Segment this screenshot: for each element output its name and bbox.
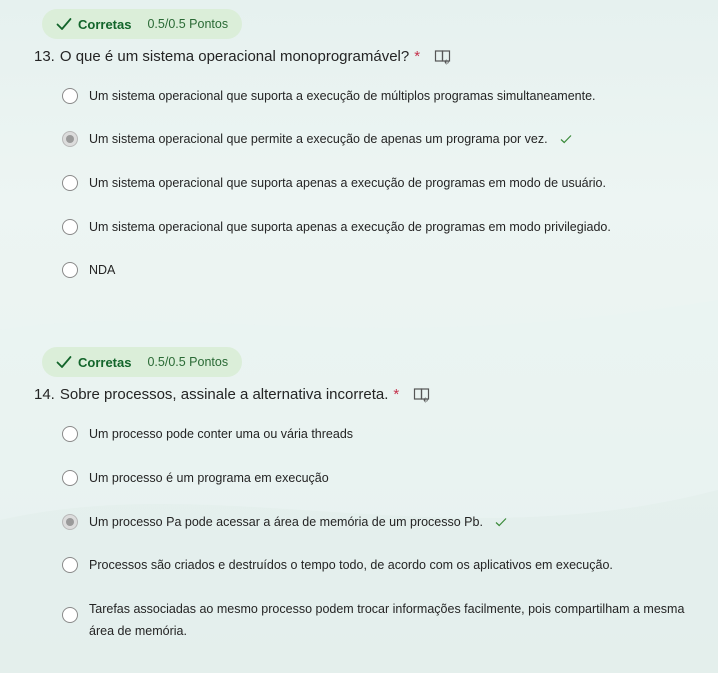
checkmark-icon: [56, 18, 72, 30]
question-title: 14. Sobre processos, assinale a alternat…: [34, 386, 431, 403]
option-label: Um sistema operacional que suporta apena…: [89, 220, 611, 234]
result-points: 0.5/0.5 Pontos: [147, 355, 229, 369]
result-points: 0.5/0.5 Pontos: [147, 17, 229, 31]
option-14-1[interactable]: Um processo pode conter uma ou vária thr…: [62, 426, 353, 442]
option-label: Um sistema operacional que suporta a exe…: [89, 89, 596, 103]
option-13-1[interactable]: Um sistema operacional que suporta a exe…: [62, 88, 596, 104]
result-status: Corretas: [78, 354, 132, 370]
option-label: Um processo Pa pode acessar a área de me…: [89, 515, 483, 529]
correct-check-icon: [560, 135, 572, 144]
option-14-2[interactable]: Um processo é um programa em execução: [62, 470, 329, 486]
result-status: Corretas: [78, 16, 132, 32]
required-mark: *: [393, 386, 400, 403]
radio-button[interactable]: [62, 175, 78, 191]
radio-button[interactable]: [62, 607, 78, 623]
radio-button[interactable]: [62, 426, 78, 442]
result-badge: Corretas 0.5/0.5 Pontos: [42, 9, 243, 39]
option-13-3[interactable]: Um sistema operacional que suporta apena…: [62, 175, 606, 191]
radio-button[interactable]: [62, 470, 78, 486]
option-14-5[interactable]: Tarefas associadas ao mesmo processo pod…: [62, 598, 689, 642]
option-label: NDA: [89, 263, 116, 277]
radio-button[interactable]: [62, 88, 78, 104]
option-label: Um processo pode conter uma ou vária thr…: [89, 427, 354, 441]
question-number: 13.: [34, 48, 55, 65]
option-13-4[interactable]: Um sistema operacional que suporta apena…: [62, 219, 611, 235]
required-mark: *: [414, 48, 421, 65]
option-label: Processos são criados e destruídos o tem…: [89, 558, 613, 572]
checkmark-icon: [56, 356, 72, 368]
correct-check-icon: [495, 518, 507, 527]
radio-button-selected[interactable]: [62, 131, 78, 147]
option-13-5[interactable]: NDA: [62, 262, 115, 278]
question-text: O que é um sistema operacional monoprogr…: [59, 48, 410, 65]
immersive-reader-icon[interactable]: [413, 387, 431, 403]
option-label: Um sistema operacional que suporta apena…: [89, 176, 606, 190]
option-14-3[interactable]: Um processo Pa pode acessar a área de me…: [62, 514, 507, 530]
immersive-reader-icon[interactable]: [434, 49, 452, 65]
radio-button-selected[interactable]: [62, 514, 78, 530]
radio-button[interactable]: [62, 262, 78, 278]
option-13-2[interactable]: Um sistema operacional que permite a exe…: [62, 131, 572, 147]
radio-button[interactable]: [62, 557, 78, 573]
option-label: Um processo é um programa em execução: [89, 471, 329, 485]
option-14-4[interactable]: Processos são criados e destruídos o tem…: [62, 557, 613, 573]
question-title: 13. O que é um sistema operacional monop…: [34, 48, 452, 65]
question-number: 14.: [34, 386, 55, 403]
option-label: Tarefas associadas ao mesmo processo pod…: [89, 602, 685, 638]
option-label: Um sistema operacional que permite a exe…: [89, 132, 548, 146]
result-badge: Corretas 0.5/0.5 Pontos: [42, 347, 243, 377]
question-text: Sobre processos, assinale a alternativa …: [59, 386, 389, 403]
radio-button[interactable]: [62, 219, 78, 235]
